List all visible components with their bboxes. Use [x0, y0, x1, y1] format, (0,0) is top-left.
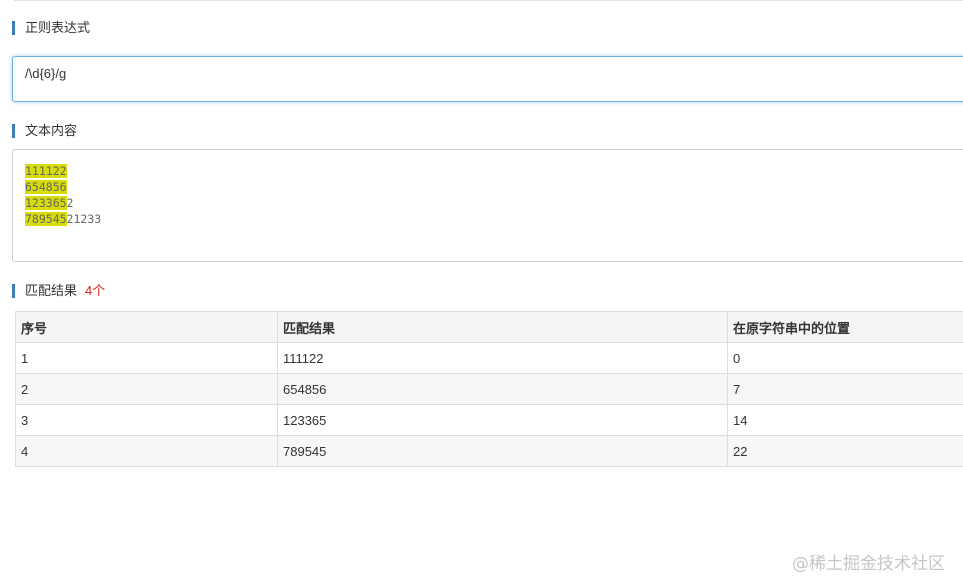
match-highlight: 111122	[25, 164, 67, 178]
results-table: 序号 匹配结果 在原字符串中的位置 1 111122 0 2 654856 7 …	[15, 311, 963, 467]
table-header-row: 序号 匹配结果 在原字符串中的位置	[15, 311, 963, 343]
text-line: 78954521233	[25, 211, 101, 227]
text-lines: 111122 654856 1233652 78954521233	[25, 163, 101, 227]
table-row: 2 654856 7	[15, 373, 963, 405]
top-divider	[14, 0, 963, 1]
header-index: 序号	[15, 311, 278, 343]
cell-index: 2	[15, 373, 278, 405]
cell-match: 654856	[277, 373, 728, 405]
cell-match: 111122	[277, 342, 728, 374]
cell-match: 789545	[277, 435, 728, 467]
cell-index: 3	[15, 404, 278, 436]
cell-position: 7	[727, 373, 963, 405]
text-line: 111122	[25, 163, 101, 179]
text-line: 654856	[25, 179, 101, 195]
header-match: 匹配结果	[277, 311, 728, 343]
table-row: 3 123365 14	[15, 404, 963, 436]
text-rest: 2	[66, 196, 74, 210]
text-line: 1233652	[25, 195, 101, 211]
regex-input[interactable]	[25, 66, 925, 81]
cell-index: 1	[15, 342, 278, 374]
match-highlight: 123365	[25, 196, 67, 210]
results-title-label: 匹配结果	[25, 283, 78, 298]
cell-position: 0	[727, 342, 963, 374]
table-row: 4 789545 22	[15, 435, 963, 467]
cell-position: 22	[727, 435, 963, 467]
cell-position: 14	[727, 404, 963, 436]
text-rest: 21233	[66, 212, 102, 226]
results-section-title: 匹配结果 4个	[12, 284, 105, 298]
header-position: 在原字符串中的位置	[727, 311, 963, 343]
cell-match: 123365	[277, 404, 728, 436]
match-highlight: 789545	[25, 212, 67, 226]
match-highlight: 654856	[25, 180, 67, 194]
regex-section-title: 正则表达式	[12, 21, 90, 35]
text-content-area[interactable]: 111122 654856 1233652 78954521233	[12, 149, 963, 262]
text-section-title: 文本内容	[12, 124, 77, 138]
match-count-badge: 4个	[85, 283, 106, 298]
regex-field[interactable]	[12, 56, 963, 102]
table-row: 1 111122 0	[15, 342, 963, 374]
watermark: @稀土掘金技术社区	[792, 554, 945, 574]
cell-index: 4	[15, 435, 278, 467]
